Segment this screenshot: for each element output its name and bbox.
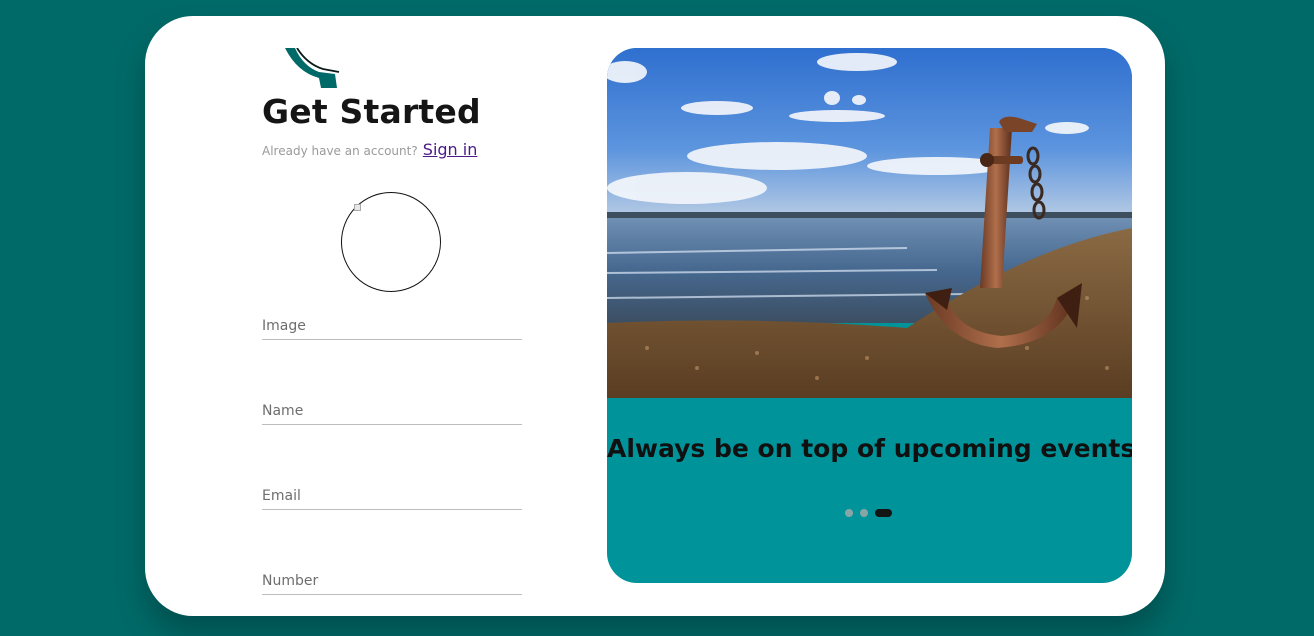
page-title: Get Started	[262, 92, 481, 131]
slider-dot-3-active[interactable]	[875, 509, 892, 517]
signin-link[interactable]: Sign in	[423, 140, 478, 159]
signin-row: Already have an account? Sign in	[262, 140, 477, 159]
promo-slider: Always be on top of upcoming events!	[607, 48, 1132, 583]
image-field[interactable]	[262, 312, 522, 340]
name-field[interactable]	[262, 397, 522, 425]
email-field[interactable]	[262, 482, 522, 510]
brand-logo	[285, 48, 340, 88]
slider-dot-1[interactable]	[845, 509, 853, 517]
slider-dots	[845, 509, 892, 517]
slide-caption: Always be on top of upcoming events!	[607, 434, 1132, 463]
signup-card: Get Started Already have an account? Sig…	[145, 16, 1165, 616]
signin-prompt: Already have an account?	[262, 144, 418, 158]
number-field[interactable]	[262, 567, 522, 595]
avatar-upload[interactable]	[341, 192, 441, 292]
anchor-beach-image	[607, 48, 1132, 398]
slider-dot-2[interactable]	[860, 509, 868, 517]
broken-image-icon	[354, 204, 361, 211]
